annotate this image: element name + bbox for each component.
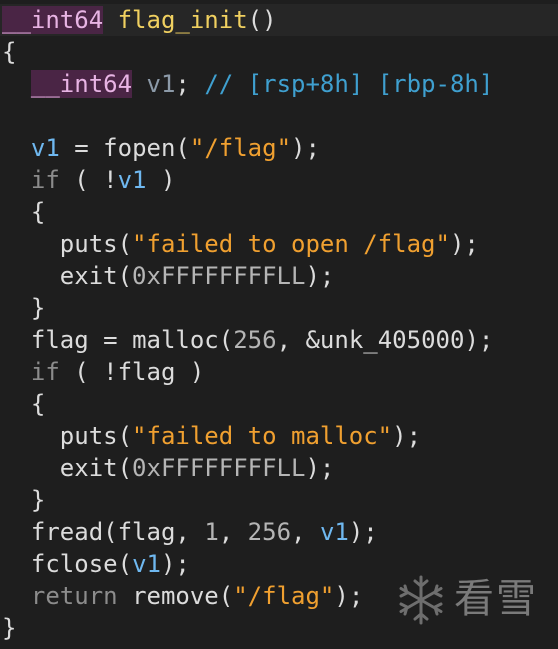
code-line-11[interactable]: flag = malloc(256, &unk_405000);: [2, 324, 493, 356]
paren-token: (: [117, 230, 133, 258]
code-line-1[interactable]: __int64 flag_init(): [2, 4, 277, 36]
code-line-9[interactable]: exit(0xFFFFFFFFLL);: [2, 260, 335, 292]
watermark-text: 看雪: [454, 576, 538, 622]
paren-token: (: [117, 454, 133, 482]
number-literal[interactable]: 0xFFFFFFFFLL: [132, 262, 305, 290]
variable-token[interactable]: v1: [320, 518, 349, 546]
number-literal[interactable]: 256: [233, 326, 276, 354]
number-literal[interactable]: 0xFFFFFFFFLL: [132, 454, 305, 482]
operator-token: =: [59, 134, 104, 162]
paren-token: (): [247, 6, 277, 34]
paren-token: );: [305, 454, 335, 482]
paren-token: );: [291, 134, 320, 162]
paren-token: );: [449, 230, 479, 258]
paren-token: (: [117, 550, 133, 578]
paren-token: (: [117, 422, 133, 450]
separator-token: ,: [218, 518, 248, 546]
code-line-16[interactable]: }: [2, 484, 45, 516]
separator-token: ,: [276, 326, 306, 354]
code-line-5[interactable]: v1 = fopen("/flag");: [2, 132, 320, 164]
paren-token: );: [392, 422, 422, 450]
paren-token: );: [348, 518, 378, 546]
paren-token: );: [464, 326, 494, 354]
paren-token: (: [103, 518, 118, 546]
separator-token: ,: [291, 518, 320, 546]
variable-token[interactable]: v1: [132, 550, 161, 578]
brace-token: }: [30, 294, 46, 322]
paren-token: (: [218, 582, 234, 610]
code-line-18[interactable]: fclose(v1);: [2, 548, 190, 580]
global-variable-token[interactable]: flag: [31, 326, 89, 354]
snowflake-icon: [399, 575, 443, 625]
code-line-6[interactable]: if ( !v1 ): [2, 164, 176, 196]
function-call[interactable]: puts: [60, 422, 118, 450]
variable-token[interactable]: v1: [118, 166, 147, 194]
code-line-2[interactable]: {: [2, 36, 16, 68]
keyword-token: if: [30, 166, 60, 194]
paren-token: (: [117, 262, 133, 290]
code-line-19[interactable]: return remove("/flag");: [2, 580, 363, 612]
code-line-7[interactable]: {: [2, 196, 45, 228]
string-literal[interactable]: "/flag": [233, 582, 334, 610]
condition-token: ( !: [59, 358, 118, 386]
pseudocode-editor[interactable]: __int64 flag_init() { __int64 v1; // [rs…: [0, 0, 558, 649]
paren-token: );: [305, 262, 335, 290]
code-line-15[interactable]: exit(0xFFFFFFFFLL);: [2, 452, 335, 484]
paren-token: (: [175, 134, 190, 162]
function-name[interactable]: flag_init: [118, 6, 248, 34]
paren-token: (: [218, 326, 234, 354]
paren-token: );: [160, 550, 190, 578]
global-variable-token[interactable]: flag: [118, 358, 176, 386]
global-variable-token[interactable]: flag: [118, 518, 176, 546]
number-literal[interactable]: 256: [248, 518, 291, 546]
brace-token: {: [2, 38, 17, 66]
paren-token: ): [146, 166, 176, 194]
brace-token: }: [2, 614, 17, 642]
string-literal[interactable]: "failed to malloc": [132, 422, 392, 450]
function-call[interactable]: fclose: [31, 550, 118, 578]
number-literal[interactable]: 1: [204, 518, 218, 546]
function-call[interactable]: exit: [60, 262, 118, 290]
separator-token: ,: [175, 518, 205, 546]
code-line-13[interactable]: {: [2, 388, 45, 420]
brace-token: }: [30, 486, 46, 514]
code-line-10[interactable]: }: [2, 292, 45, 324]
function-call[interactable]: puts: [60, 230, 118, 258]
address-token[interactable]: &unk_405000: [305, 326, 464, 354]
condition-token: ( !: [59, 166, 118, 194]
variable-token[interactable]: v1: [31, 134, 60, 162]
function-call[interactable]: remove: [132, 582, 219, 610]
paren-token: );: [334, 582, 364, 610]
function-call[interactable]: exit: [60, 454, 118, 482]
brace-token: {: [30, 390, 46, 418]
code-line-3[interactable]: __int64 v1; // [rsp+8h] [rbp-8h]: [2, 68, 493, 100]
type-token[interactable]: __int64: [2, 6, 104, 34]
function-call[interactable]: fopen: [103, 134, 175, 162]
brace-token: {: [30, 198, 46, 226]
code-line-17[interactable]: fread(flag, 1, 256, v1);: [2, 516, 378, 548]
code-line-20[interactable]: }: [2, 612, 16, 644]
string-literal[interactable]: "failed to open /flag": [132, 230, 450, 258]
code-line-8[interactable]: puts("failed to open /flag");: [2, 228, 479, 260]
operator-token: =: [88, 326, 133, 354]
variable-token[interactable]: v1: [147, 70, 176, 98]
paren-token: ): [175, 358, 205, 386]
watermark: 看雪: [394, 571, 554, 627]
function-call[interactable]: fread: [31, 518, 103, 546]
semicolon-token: ;: [175, 70, 190, 98]
keyword-token: if: [30, 358, 60, 386]
keyword-token: return: [30, 582, 118, 610]
comment-token: // [rsp+8h] [rbp-8h]: [204, 70, 494, 98]
string-literal[interactable]: "/flag": [190, 134, 291, 162]
type-token[interactable]: __int64: [30, 70, 133, 98]
function-call[interactable]: malloc: [132, 326, 219, 354]
code-line-12[interactable]: if ( !flag ): [2, 356, 204, 388]
code-line-14[interactable]: puts("failed to malloc");: [2, 420, 421, 452]
